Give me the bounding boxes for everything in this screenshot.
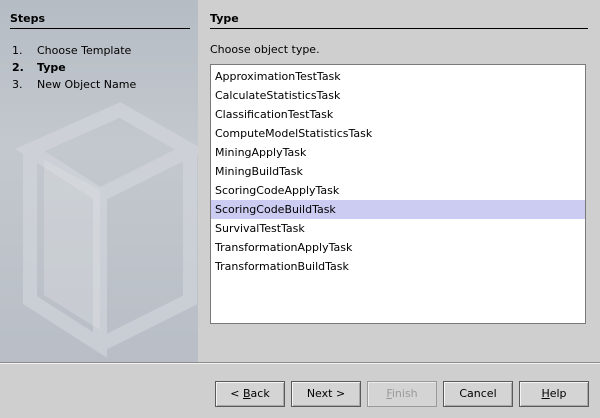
back-button[interactable]: < Back (215, 381, 285, 407)
step-number: 2. (12, 61, 24, 74)
list-item[interactable]: CalculateStatisticsTask (211, 86, 585, 105)
page-title: Type (210, 12, 588, 29)
help-rest: elp (549, 387, 567, 400)
steps-list: 1. Choose Template 2. Type 3. New Object Na… (12, 42, 136, 93)
help-mnemonic: H (541, 387, 550, 400)
next-button[interactable]: Next > (291, 381, 361, 407)
step-label: Type (37, 61, 66, 74)
step-item: 1. Choose Template (12, 42, 136, 59)
list-item[interactable]: ClassificationTestTask (211, 105, 585, 124)
cancel-button[interactable]: Cancel (443, 381, 513, 407)
content-panel: Type Choose object type. ApproximationTe… (198, 0, 600, 362)
steps-panel: Steps 1. Choose Template 2. Type 3. New Obj… (0, 0, 198, 362)
step-number: 1. (12, 44, 23, 57)
step-number: 3. (12, 78, 23, 91)
list-item[interactable]: TransformationBuildTask (211, 257, 585, 276)
back-prefix: < (230, 387, 243, 400)
step-label: Choose Template (37, 44, 132, 57)
list-item[interactable]: MiningApplyTask (211, 143, 585, 162)
step-item-current: 2. Type (12, 59, 136, 76)
list-item-selected[interactable]: ScoringCodeBuildTask (211, 200, 585, 219)
list-item[interactable]: SurvivalTestTask (211, 219, 585, 238)
back-rest: ack (250, 387, 270, 400)
steps-title: Steps (10, 12, 190, 29)
object-type-list[interactable]: ApproximationTestTask CalculateStatistic… (210, 64, 586, 324)
list-item[interactable]: MiningBuildTask (211, 162, 585, 181)
help-button[interactable]: Help (519, 381, 589, 407)
finish-button[interactable]: Finish (367, 381, 437, 407)
step-item: 3. New Object Name (12, 76, 136, 93)
list-item[interactable]: ScoringCodeApplyTask (211, 181, 585, 200)
wizard-dialog: Steps 1. Choose Template 2. Type 3. New Obj… (0, 0, 600, 362)
prompt-label: Choose object type. (210, 43, 320, 56)
finish-rest: inish (391, 387, 418, 400)
step-label: New Object Name (37, 78, 137, 91)
list-item[interactable]: ComputeModelStatisticsTask (211, 124, 585, 143)
back-mnemonic: B (243, 387, 251, 400)
list-item[interactable]: ApproximationTestTask (211, 67, 585, 86)
list-item[interactable]: TransformationApplyTask (211, 238, 585, 257)
button-bar-separator (0, 362, 600, 364)
